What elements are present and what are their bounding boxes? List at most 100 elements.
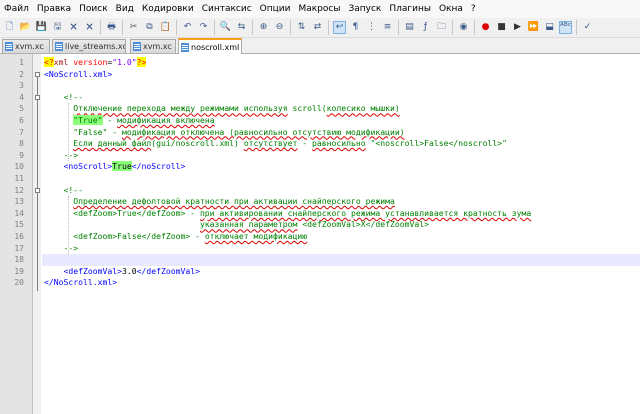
editor[interactable]: 1 2 3 4 5 6 7 8 9 10 11 12 13 14 15 16 17 18 19 20 <?xml ve…	[0, 54, 640, 414]
play-multi-icon[interactable]: ⏩	[527, 21, 540, 34]
menu-item-8[interactable]: Запуск	[344, 0, 385, 18]
toolbar-separator	[122, 20, 123, 35]
record-icon[interactable]: ●	[479, 21, 492, 34]
menu-item-4[interactable]: Кодировки	[138, 0, 198, 18]
spellcheck-settings-icon[interactable]: ✓	[581, 21, 594, 34]
paste-icon[interactable]: 📋	[159, 21, 172, 34]
menu-item-9[interactable]: Плагины	[385, 0, 435, 18]
toolbar-separator	[398, 20, 399, 35]
menu-item-7[interactable]: Макросы	[294, 0, 344, 18]
indent-guide-icon[interactable]: ⋮	[365, 21, 378, 34]
tab-2[interactable]: xvm.xc	[130, 39, 176, 53]
sync-v-icon[interactable]: ⇅	[295, 21, 308, 34]
monitor-icon[interactable]: ◉	[457, 21, 470, 34]
save-icon[interactable]: 💾	[35, 21, 48, 34]
line-number: 13	[14, 197, 24, 207]
line-number: 20	[14, 278, 24, 288]
code-line[interactable]: <defZoom>False</defZoom> - отключает мод…	[44, 231, 307, 243]
menu-item-1[interactable]: Правка	[33, 0, 75, 18]
code-line[interactable]: <defZoomVal>3.0</defZoomVal>	[44, 266, 200, 278]
code-line[interactable]: <noScroll>True</noScroll>	[44, 161, 185, 173]
wrap-icon[interactable]: ↩	[333, 21, 346, 34]
code-line[interactable]: -->	[44, 243, 78, 255]
code-line[interactable]: <!--	[44, 92, 83, 104]
code-line[interactable]: <?xml version="1.0"?>	[44, 57, 147, 69]
toolbar-separator	[474, 20, 475, 35]
line-number: 7	[19, 127, 24, 137]
save-all-icon[interactable]: 🖫	[51, 21, 64, 34]
copy-icon[interactable]: ⧉	[143, 21, 156, 34]
code-line[interactable]: <!--	[44, 185, 83, 197]
zoom-in-icon[interactable]: ⊕	[257, 21, 270, 34]
fold-line	[37, 76, 38, 292]
file-icon	[5, 42, 13, 51]
menu-item-11[interactable]: ?	[467, 0, 480, 18]
menu-item-2[interactable]: Поиск	[75, 0, 112, 18]
tab-label: noscroll.xml	[191, 42, 240, 52]
find-icon[interactable]: 🔍	[219, 21, 232, 34]
language-icon[interactable]: ≡	[381, 21, 394, 34]
menu-item-0[interactable]: Файл	[0, 0, 33, 18]
menu-item-5[interactable]: Синтаксис	[198, 0, 256, 18]
line-number: 2	[19, 69, 24, 79]
file-icon	[181, 42, 189, 52]
close-icon[interactable]: 🗙	[67, 21, 80, 34]
code-line[interactable]: указанная параметром <defZoomVal>X</defZ…	[44, 219, 429, 231]
code-line[interactable]: Отключение перехода между режимами испол…	[44, 103, 399, 115]
tab-label: xvm.xc	[15, 42, 44, 51]
code-line[interactable]: </NoScroll.xml>	[44, 277, 117, 289]
save-macro-icon[interactable]: ⬓	[543, 21, 556, 34]
toolbar-separator	[576, 20, 577, 35]
redo-icon[interactable]: ↷	[197, 21, 210, 34]
line-number: 14	[14, 208, 24, 218]
close-all-icon[interactable]: 🗙	[83, 21, 96, 34]
fold-toggle-icon[interactable]	[35, 187, 40, 193]
menu-item-10[interactable]: Окна	[435, 0, 467, 18]
code-line[interactable]: "False" - модификация отключена (равноси…	[44, 127, 404, 139]
line-number: 6	[19, 116, 24, 125]
cut-icon[interactable]: ✂	[127, 21, 140, 34]
print-icon[interactable]: 🖶	[105, 21, 118, 34]
spellcheck-icon[interactable]: ᴬᴮᶜ	[559, 21, 572, 34]
play-icon[interactable]: ▶	[511, 21, 524, 34]
toolbar-separator	[252, 20, 253, 35]
line-number-gutter: 1 2 3 4 5 6 7 8 9 10 11 12 13 14 15 16 17 18 19 20	[0, 54, 33, 414]
fold-toggle-icon[interactable]	[35, 94, 40, 100]
tab-label: xvm.xc	[143, 42, 172, 51]
line-number: 19	[14, 266, 24, 276]
tab-label: live_streams.xc	[65, 42, 126, 51]
menu-item-3[interactable]: Вид	[112, 0, 138, 18]
map-icon[interactable]: ▤	[403, 21, 416, 34]
line-number: 11	[14, 174, 24, 183]
new-file-icon[interactable]: 🗋	[3, 21, 16, 34]
toolbar-separator	[452, 20, 453, 35]
zoom-out-icon[interactable]: ⊖	[273, 21, 286, 34]
replace-icon[interactable]: ⇆	[235, 21, 248, 34]
code-line[interactable]: <NoScroll.xml>	[44, 69, 112, 81]
code-line[interactable]: -->	[44, 150, 78, 162]
indent-guide	[68, 196, 70, 255]
indent-guide	[68, 103, 70, 162]
tab-3[interactable]: noscroll.xml⊠	[178, 38, 242, 54]
show-all-icon[interactable]: ¶	[349, 21, 362, 34]
toolbar-separator	[290, 20, 291, 35]
undo-icon[interactable]: ↶	[181, 21, 194, 34]
tab-0[interactable]: xvm.xc	[2, 39, 50, 53]
toolbar: 🗋 📂 💾 🖫 🗙 🗙 🖶 ✂ ⧉ 📋 ↶ ↷ 🔍 ⇆ ⊕ ⊖ ⇅ ⇄ ↩ ¶ ⋮ ≡ ▤ ƒ 🗀 ◉ ● ■ ▶ ⏩ ⬓ ᴬᴮᶜ ✓	[0, 18, 640, 38]
stop-icon[interactable]: ■	[495, 21, 508, 34]
tab-1[interactable]: live_streams.xc	[52, 39, 126, 53]
line-number: 17	[14, 243, 24, 253]
code-line[interactable]: <defZoom>True</defZoom> - при активирова…	[44, 208, 531, 220]
line-number: 9	[19, 150, 24, 160]
line-number: 3	[19, 81, 24, 91]
function-list-icon[interactable]: ƒ	[419, 21, 432, 34]
open-file-icon[interactable]: 📂	[19, 21, 32, 34]
menu-item-6[interactable]: Опции	[256, 0, 295, 18]
sync-h-icon[interactable]: ⇄	[311, 21, 324, 34]
code-line[interactable]: Определение дефолтовой кратности при акт…	[44, 196, 395, 208]
toolbar-separator	[328, 20, 329, 35]
folder-icon[interactable]: 🗀	[435, 21, 448, 34]
code-line[interactable]: Если данный файл(gui/noscroll.xml) отсут…	[44, 138, 507, 150]
file-icon	[133, 42, 141, 51]
toolbar-separator	[100, 20, 101, 35]
